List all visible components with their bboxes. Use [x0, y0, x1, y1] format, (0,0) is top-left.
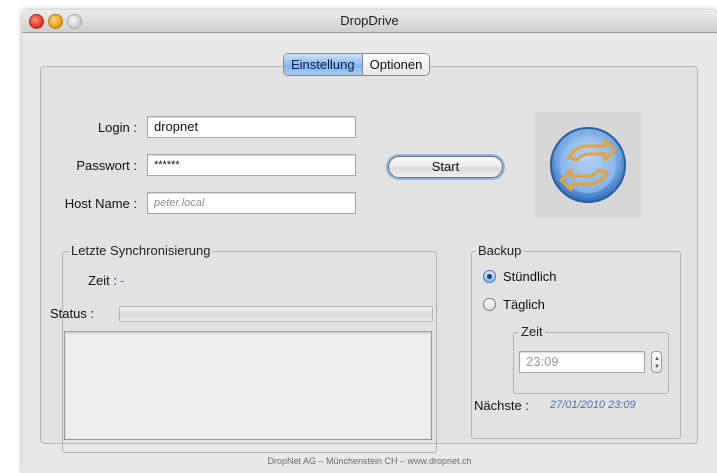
tab-bar: Einstellung Optionen: [283, 53, 431, 76]
start-button[interactable]: Start: [388, 156, 503, 178]
host-name-label: Host Name :: [64, 196, 137, 211]
last-sync-title: Letzte Synchronisierung: [69, 243, 213, 258]
hourly-label: Stündlich: [503, 269, 557, 284]
app-logo: [535, 112, 641, 218]
next-backup-label: Nächste :: [474, 398, 529, 413]
next-backup-value: 27/01/2010 23:09: [550, 399, 636, 411]
hourly-radio[interactable]: [483, 270, 496, 283]
daily-label: Täglich: [503, 297, 545, 312]
tab-einstellung[interactable]: Einstellung: [284, 54, 363, 75]
tab-optionen[interactable]: Optionen: [362, 54, 430, 75]
app-window: DropDrive Einstellung Optionen Login : d…: [22, 10, 717, 473]
title-bar[interactable]: DropDrive: [22, 10, 717, 33]
sync-time-label: Zeit :: [88, 273, 117, 288]
login-input[interactable]: dropnet: [147, 116, 356, 138]
backup-time-title: Zeit: [519, 324, 545, 339]
login-label: Login :: [97, 120, 137, 135]
host-name-input[interactable]: peter.local: [147, 192, 356, 214]
sync-progress-bar: [119, 306, 433, 322]
sync-log-area[interactable]: [64, 331, 432, 440]
backup-title: Backup: [476, 243, 524, 258]
stepper-down-icon[interactable]: ▼: [654, 364, 660, 370]
window-title: DropDrive: [340, 13, 399, 28]
backup-time-stepper[interactable]: ▲ ▼: [651, 351, 662, 373]
stepper-up-icon[interactable]: ▲: [654, 356, 660, 362]
backup-time-input[interactable]: 23:09: [519, 351, 645, 373]
sync-arrows-icon: [550, 127, 626, 203]
daily-radio[interactable]: [483, 298, 496, 311]
password-label: Passwort :: [76, 158, 137, 173]
footer-text: DropNet AG – Münchenstein CH – www.dropn…: [267, 456, 472, 466]
sync-time-value: -: [120, 273, 125, 288]
password-input[interactable]: ******: [147, 154, 356, 176]
sync-status-label: Status :: [50, 306, 95, 321]
window-content: Einstellung Optionen Login : dropnet Pas…: [22, 33, 717, 473]
